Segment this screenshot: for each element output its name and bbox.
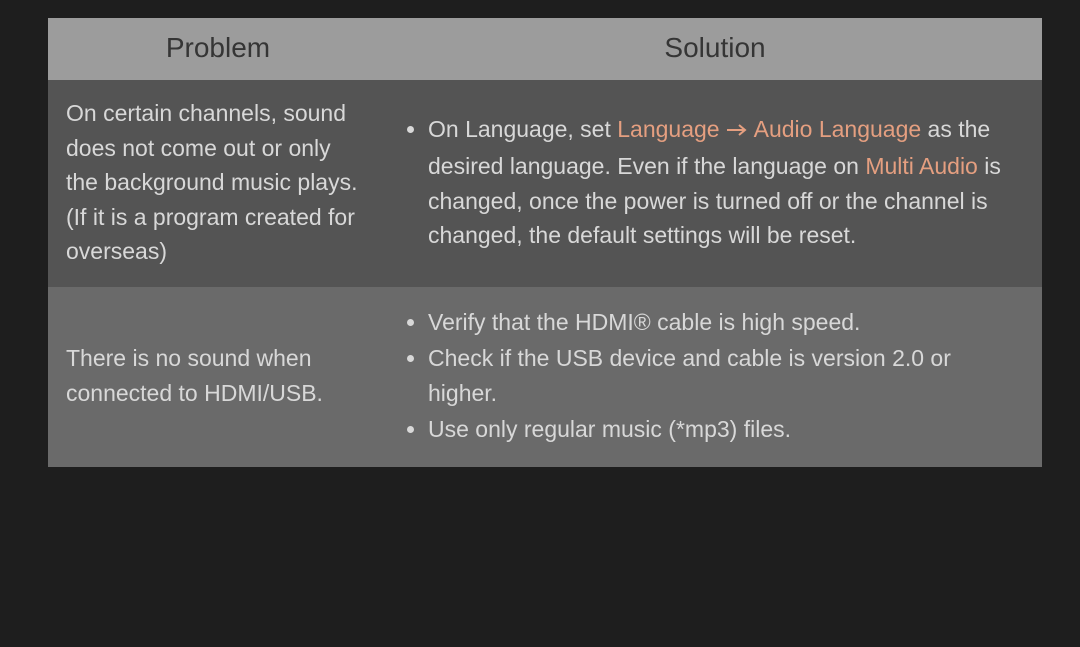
table-row: On certain channels, sound does not come… <box>48 80 1042 287</box>
arrow-right-icon <box>726 112 748 147</box>
col-header-problem: Problem <box>48 18 388 80</box>
menu-path-link: Audio Language <box>754 116 922 142</box>
problem-cell: There is no sound when connected to HDMI… <box>48 287 388 467</box>
menu-path-link: Language <box>617 116 719 142</box>
menu-path-link: Multi Audio <box>865 153 978 179</box>
solution-cell: On Language, set LanguageAudio Language … <box>388 80 1042 287</box>
table-row: There is no sound when connected to HDMI… <box>48 287 1042 467</box>
list-item: Verify that the HDMI® cable is high spee… <box>428 305 1020 340</box>
troubleshooting-table: Problem Solution On certain channels, so… <box>48 18 1042 467</box>
problem-cell: On certain channels, sound does not come… <box>48 80 388 287</box>
solution-text: On Language, set <box>428 116 617 142</box>
solution-cell: Verify that the HDMI® cable is high spee… <box>388 287 1042 467</box>
list-item: Check if the USB device and cable is ver… <box>428 341 1020 410</box>
list-item: On Language, set LanguageAudio Language … <box>428 112 1020 253</box>
col-header-solution: Solution <box>388 18 1042 80</box>
list-item: Use only regular music (*mp3) files. <box>428 412 1020 447</box>
